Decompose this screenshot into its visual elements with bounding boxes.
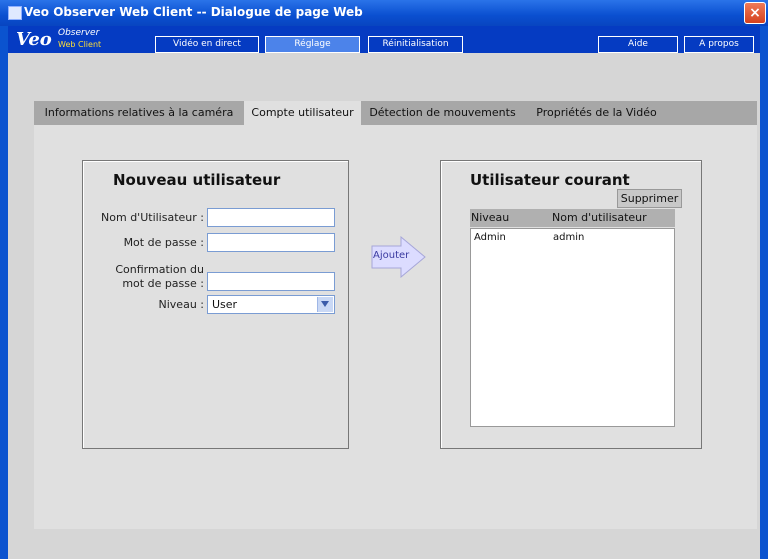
logo-observer: Observer bbox=[58, 28, 100, 38]
level-select[interactable]: User bbox=[207, 295, 335, 314]
current-user-box: Utilisateur courant Supprimer Niveau Nom… bbox=[440, 160, 702, 449]
tab-camera-info[interactable]: Informations relatives à la caméra bbox=[34, 101, 244, 125]
tab-video-properties[interactable]: Propriétés de la Vidéo bbox=[524, 101, 669, 125]
close-button[interactable]: × bbox=[744, 2, 766, 24]
tab-motion-detection[interactable]: Détection de mouvements bbox=[361, 101, 524, 125]
add-button-label: Ajouter bbox=[373, 250, 410, 261]
confirm-label-line1: Confirmation du bbox=[115, 263, 204, 276]
delete-button[interactable]: Supprimer bbox=[617, 189, 682, 208]
password-label: Mot de passe : bbox=[123, 236, 204, 249]
top-navigation: Veo Observer Web Client Vidéo en direct … bbox=[8, 26, 760, 53]
column-level: Niveau bbox=[471, 211, 510, 224]
user-account-panel: Nouveau utilisateur Nom d'Utilisateur : … bbox=[34, 125, 757, 529]
tab-user-account[interactable]: Compte utilisateur bbox=[244, 101, 361, 125]
new-user-title: Nouveau utilisateur bbox=[113, 171, 281, 189]
nav-live-video[interactable]: Vidéo en direct bbox=[155, 36, 259, 53]
level-label: Niveau : bbox=[158, 298, 204, 311]
window-icon bbox=[8, 6, 22, 20]
chevron-down-icon[interactable] bbox=[317, 297, 333, 312]
add-button[interactable]: Ajouter bbox=[371, 235, 427, 279]
confirm-label-line2: mot de passe : bbox=[122, 277, 204, 290]
nav-about[interactable]: A propos bbox=[684, 36, 754, 53]
window-title: Veo Observer Web Client -- Dialogue de p… bbox=[24, 5, 363, 19]
username-input[interactable] bbox=[207, 208, 335, 227]
user-list-header: Niveau Nom d'utilisateur bbox=[470, 209, 675, 227]
app-window: Veo Observer Web Client -- Dialogue de p… bbox=[0, 0, 768, 559]
user-list[interactable]: Admin admin bbox=[470, 228, 675, 427]
current-user-title: Utilisateur courant bbox=[470, 171, 630, 189]
main-content: Informations relatives à la caméra Compt… bbox=[8, 53, 760, 559]
veo-logo: Veo Observer Web Client bbox=[16, 28, 146, 50]
tab-strip: Informations relatives à la caméra Compt… bbox=[34, 101, 757, 125]
nav-reset[interactable]: Réinitialisation bbox=[368, 36, 463, 53]
level-value: User bbox=[212, 298, 238, 311]
username-label: Nom d'Utilisateur : bbox=[101, 211, 204, 224]
row-username: admin bbox=[553, 232, 585, 243]
column-username: Nom d'utilisateur bbox=[552, 211, 647, 224]
confirm-password-input[interactable] bbox=[207, 272, 335, 291]
new-user-box: Nouveau utilisateur Nom d'Utilisateur : … bbox=[82, 160, 349, 449]
logo-veo: Veo bbox=[16, 29, 52, 50]
row-level: Admin bbox=[474, 232, 506, 243]
nav-help[interactable]: Aide bbox=[598, 36, 678, 53]
nav-settings[interactable]: Réglage bbox=[265, 36, 360, 53]
logo-web-client: Web Client bbox=[58, 40, 102, 49]
title-bar: Veo Observer Web Client -- Dialogue de p… bbox=[0, 0, 768, 26]
password-input[interactable] bbox=[207, 233, 335, 252]
